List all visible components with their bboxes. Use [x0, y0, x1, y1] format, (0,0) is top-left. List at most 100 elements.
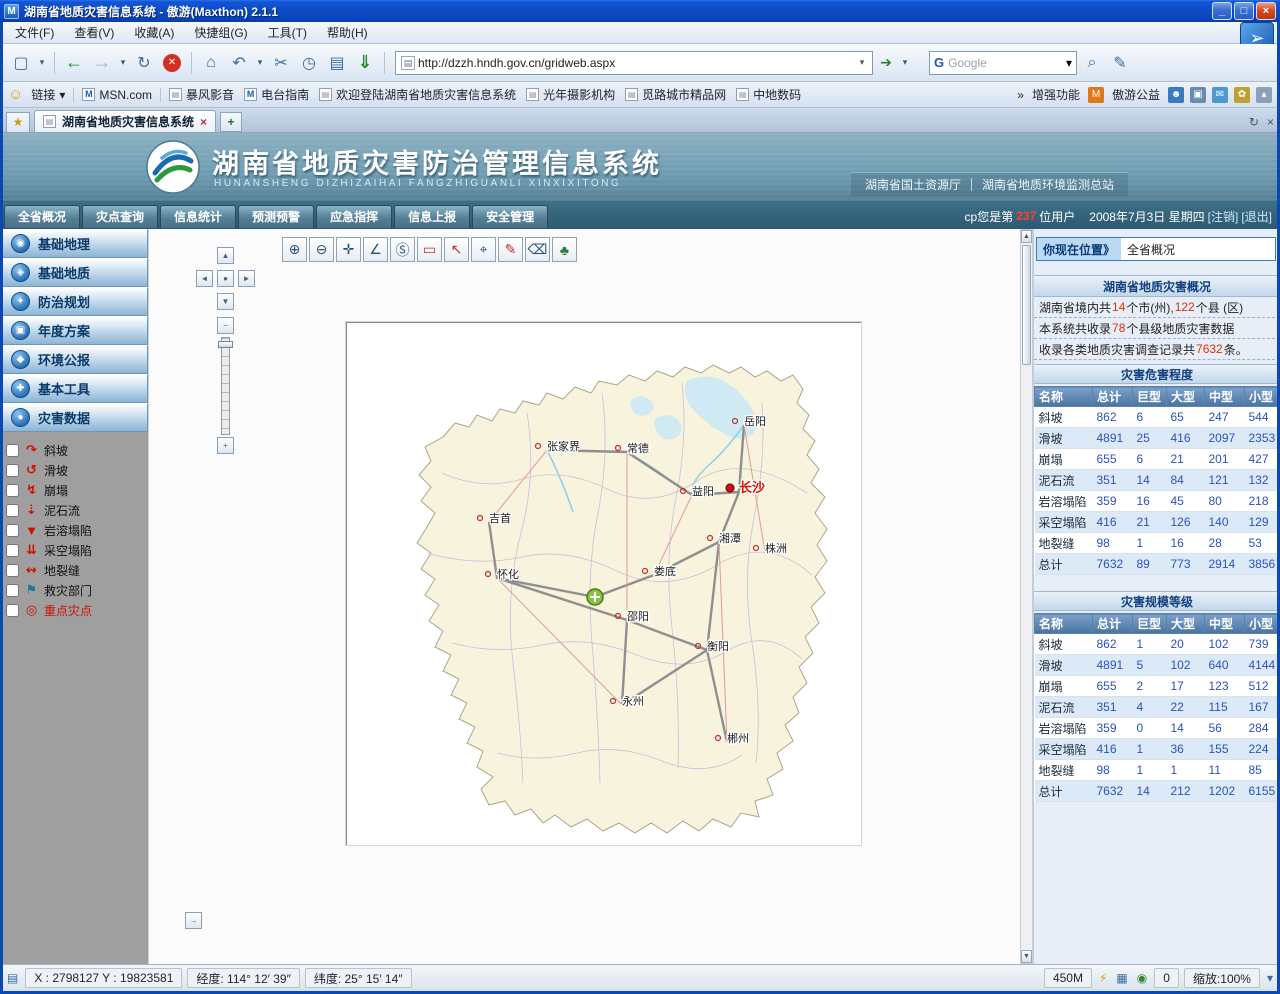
link-enhanced-features[interactable]: 增强功能 [1030, 84, 1082, 105]
history-button[interactable]: ◷ [296, 50, 322, 76]
zoom-in-step-button[interactable]: + [217, 437, 234, 454]
link-photo-studio[interactable]: ▤ 光年摄影机构 [524, 84, 617, 105]
tool-measure[interactable]: ∠ [363, 237, 388, 262]
collapse-bar-icon[interactable]: ▴ [1256, 87, 1272, 103]
link-hunan-disaster-system[interactable]: ▤ 欢迎登陆湖南省地质灾害信息系统 [317, 84, 518, 105]
scroll-down-icon[interactable]: ▼ [1021, 950, 1032, 963]
layer-slope-checkbox[interactable] [6, 444, 19, 457]
search-box[interactable]: G Google ▾ [929, 51, 1077, 75]
menu-favorites[interactable]: 收藏(A) [125, 22, 183, 43]
stop-button[interactable]: ✕ [163, 54, 181, 72]
address-dropdown-icon[interactable]: ▾ [854, 57, 870, 68]
nav-tab-security-management[interactable]: 安全管理 [472, 205, 548, 228]
sidebar-item-basic-tools[interactable]: ✚ 基本工具 [0, 374, 148, 403]
nav-tab-disaster-query[interactable]: 灾点查询 [82, 205, 158, 228]
layer-karst-collapse-checkbox[interactable] [6, 524, 19, 537]
menu-file[interactable]: 文件(F) [6, 22, 63, 43]
new-tab-button[interactable]: + [220, 112, 242, 132]
pan-left-button[interactable]: ◄ [196, 270, 213, 287]
scrollbar-thumb[interactable] [1022, 245, 1031, 365]
link-msn[interactable]: M MSN.com [80, 86, 154, 104]
full-extent-button[interactable]: ● [217, 270, 234, 287]
undo-button[interactable]: ↶ [226, 50, 252, 76]
favorites-panel-button[interactable]: ★ [6, 112, 30, 132]
highlight-button[interactable]: ✎ [1107, 50, 1133, 76]
tool-layers[interactable]: ♣ [552, 237, 577, 262]
download-button[interactable]: ⇓ [352, 50, 378, 76]
layer-mining-collapse-checkbox[interactable] [6, 544, 19, 557]
maximize-button[interactable]: □ [1234, 2, 1254, 20]
scroll-up-icon[interactable]: ▲ [1021, 230, 1032, 243]
link-zhongdi-digital[interactable]: ▤ 中地数码 [734, 84, 803, 105]
sidebar-item-disaster-data[interactable]: ● 灾害数据 [0, 403, 148, 432]
tab-active[interactable]: ▤ 湖南省地质灾害信息系统 × [34, 110, 216, 132]
layer-ground-fissure-checkbox[interactable] [6, 564, 19, 577]
menu-view[interactable]: 查看(V) [65, 22, 123, 43]
go-button[interactable]: ➔ [875, 52, 897, 74]
logout-link[interactable]: [注销] [1208, 208, 1239, 225]
feedback-icon[interactable]: ✉ [1212, 87, 1228, 103]
screen-capture-button[interactable]: ▤ [324, 50, 350, 76]
link-city-boutique[interactable]: ▤ 觅路城市精品网 [623, 84, 728, 105]
history-dropdown-icon[interactable]: ▾ [117, 50, 129, 76]
menu-tools[interactable]: 工具(T) [259, 22, 316, 43]
new-page-button[interactable]: ▢ [8, 50, 34, 76]
search-placeholder[interactable]: Google [948, 56, 1066, 70]
layer-collapse-checkbox[interactable] [6, 484, 19, 497]
search-engine-dropdown-icon[interactable]: ▾ [1066, 56, 1072, 70]
refresh-all-icon[interactable]: ↻ [1249, 115, 1259, 129]
refresh-button[interactable]: ↻ [131, 50, 157, 76]
nav-tab-emergency-command[interactable]: 应急指挥 [316, 205, 392, 228]
menu-help[interactable]: 帮助(H) [318, 22, 377, 43]
link-radio-guide[interactable]: M 电台指南 [242, 84, 311, 105]
nav-tab-info-statistics[interactable]: 信息统计 [160, 205, 236, 228]
tool-identify[interactable]: ⌖ [471, 237, 496, 262]
tool-add-point[interactable]: ✎ [498, 237, 523, 262]
ad-block-shield-icon[interactable]: ◉ [1135, 971, 1149, 985]
menu-groups[interactable]: 快捷组(G) [185, 22, 256, 43]
scroll-right-button[interactable]: → [185, 912, 202, 929]
sidebar-item-prevention-planning[interactable]: ✦ 防治规划 [0, 287, 148, 316]
close-button[interactable]: × [1256, 2, 1276, 20]
boost-bolt-icon[interactable]: ⚡ [1097, 971, 1109, 985]
tool-select-rect[interactable]: ▭ [417, 237, 442, 262]
tool-clear[interactable]: ⌫ [525, 237, 550, 262]
address-input[interactable] [418, 56, 854, 70]
home-button[interactable]: ⌂ [198, 50, 224, 76]
pan-down-button[interactable]: ▼ [217, 293, 234, 310]
sidebar-item-basic-geology[interactable]: ◈ 基础地质 [0, 258, 148, 287]
sidebar-item-basic-geography[interactable]: ◉ 基础地理 [0, 229, 148, 258]
gift-icon[interactable]: ✿ [1234, 87, 1250, 103]
forward-button[interactable]: → [89, 50, 115, 76]
go-dropdown-icon[interactable]: ▾ [899, 50, 911, 76]
nav-tab-info-report[interactable]: 信息上报 [394, 205, 470, 228]
zoom-level[interactable]: 缩放:100% [1184, 968, 1260, 988]
sidebar-item-environment-bulletin[interactable]: ◆ 环境公报 [0, 345, 148, 374]
link-maxthon-charity[interactable]: 傲游公益 [1110, 84, 1162, 105]
nav-tab-province-overview[interactable]: 全省概况 [4, 205, 80, 228]
nav-tab-forecast-warning[interactable]: 预测预警 [238, 205, 314, 228]
layer-landslide-checkbox[interactable] [6, 464, 19, 477]
zoom-slider[interactable] [221, 337, 230, 435]
exit-link[interactable]: [退出] [1241, 208, 1272, 225]
map-canvas[interactable]: 张家界常德岳阳益阳长沙吉首湘潭株洲怀化娄底邵阳衡阳永州郴州 [346, 322, 861, 845]
layer-key-disaster-points-checkbox[interactable] [6, 604, 19, 617]
back-button[interactable]: ← [61, 50, 87, 76]
tool-zoom-in[interactable]: ⊕ [282, 237, 307, 262]
layer-rescue-departments-checkbox[interactable] [6, 584, 19, 597]
undo-dropdown-icon[interactable]: ▾ [254, 50, 266, 76]
tool-select-arrow[interactable]: ↖ [444, 237, 469, 262]
monitor-icon[interactable]: ▣ [1190, 87, 1206, 103]
tool-zoom-out[interactable]: ⊖ [309, 237, 334, 262]
pan-up-button[interactable]: ▲ [217, 247, 234, 264]
tab-close-icon[interactable]: × [200, 115, 207, 129]
snip-tool-button[interactable]: ✂ [268, 50, 294, 76]
vertical-scrollbar[interactable]: ▲ ▼ [1020, 229, 1033, 964]
link-land-resources-dept[interactable]: 湖南省国土资源厅 [865, 176, 961, 193]
tool-pan[interactable]: ✛ [336, 237, 361, 262]
layer-debris-flow-checkbox[interactable] [6, 504, 19, 517]
tool-scale[interactable]: Ⓢ [390, 237, 415, 262]
pan-right-button[interactable]: ► [238, 270, 255, 287]
links-folder[interactable]: 链接 ▾ [29, 84, 67, 105]
sidebar-item-annual-plan[interactable]: ▣ 年度方案 [0, 316, 148, 345]
